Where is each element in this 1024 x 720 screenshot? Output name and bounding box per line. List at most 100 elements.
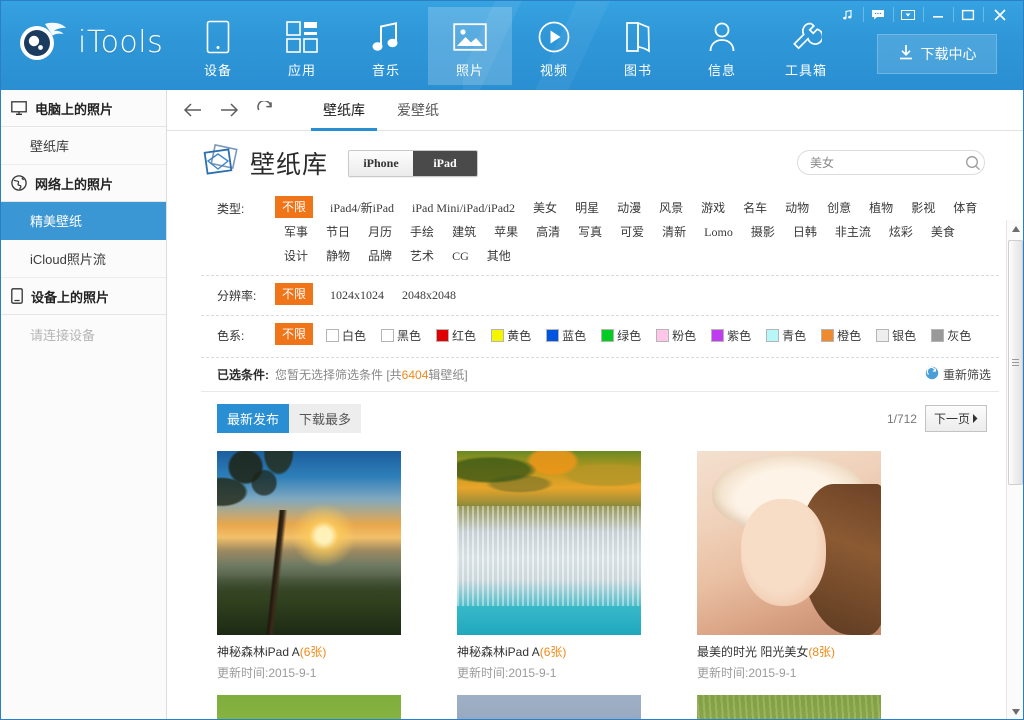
filter-option[interactable]: CG [443, 244, 478, 268]
nav-item-device[interactable]: 设备 [176, 7, 260, 85]
wallpaper-card[interactable] [697, 695, 881, 720]
nav-item-apps[interactable]: 应用 [260, 7, 344, 85]
color-option[interactable]: 黑色 [376, 323, 431, 348]
wallpaper-thumbnail[interactable] [697, 695, 881, 720]
filter-option[interactable]: 月历 [359, 220, 401, 244]
filter-option[interactable]: 1024x1024 [321, 283, 393, 307]
filter-option[interactable]: 美女 [524, 196, 566, 220]
color-option[interactable]: 粉色 [651, 323, 706, 348]
filter-option[interactable]: 设计 [275, 244, 317, 268]
search-box[interactable] [797, 150, 985, 175]
filter-option[interactable]: 创意 [818, 196, 860, 220]
color-option[interactable]: 青色 [761, 323, 816, 348]
filter-option[interactable]: 植物 [860, 196, 902, 220]
filter-option[interactable]: 高清 [527, 220, 569, 244]
filter-option[interactable]: 摄影 [742, 220, 784, 244]
download-center-button[interactable]: 下载中心 [877, 34, 997, 74]
color-option[interactable]: 橙色 [816, 323, 871, 348]
filter-option-any[interactable]: 不限 [275, 323, 313, 345]
wallpaper-card[interactable]: 神秘森林iPad A(6张) 更新时间:2015-9-1 [217, 451, 401, 681]
forward-button[interactable] [211, 90, 247, 130]
filter-option[interactable]: 动物 [776, 196, 818, 220]
tab-wallpaper-lib[interactable]: 壁纸库 [307, 90, 381, 131]
nav-item-music[interactable]: 音乐 [344, 7, 428, 85]
sort-newest-button[interactable]: 最新发布 [217, 404, 289, 433]
nav-item-books[interactable]: 图书 [596, 7, 680, 85]
wallpaper-card[interactable] [457, 695, 641, 720]
back-button[interactable] [175, 90, 211, 130]
color-option[interactable]: 银色 [871, 323, 926, 348]
filter-option[interactable]: 其他 [478, 244, 520, 268]
filter-option[interactable]: 苹果 [485, 220, 527, 244]
minimize-icon[interactable] [923, 1, 953, 28]
color-option[interactable]: 红色 [431, 323, 486, 348]
scroll-up-arrow[interactable] [1007, 220, 1024, 237]
filter-option-any[interactable]: 不限 [275, 196, 313, 218]
filter-option[interactable]: 日韩 [784, 220, 826, 244]
color-option[interactable]: 灰色 [926, 323, 981, 348]
color-option[interactable]: 紫色 [706, 323, 761, 348]
sidebar-item-featured-wallpapers[interactable]: 精美壁纸 [1, 202, 166, 240]
filter-option[interactable]: 品牌 [359, 244, 401, 268]
wallpaper-thumbnail[interactable] [457, 451, 641, 635]
filter-option[interactable]: 美食 [922, 220, 964, 244]
filter-option[interactable]: 静物 [317, 244, 359, 268]
filter-option[interactable]: 影视 [902, 196, 944, 220]
filter-option[interactable]: 炫彩 [880, 220, 922, 244]
segment-iphone[interactable]: iPhone [349, 151, 413, 176]
filter-option[interactable]: iPad4/新iPad [321, 196, 403, 220]
nav-item-photos[interactable]: 照片 [428, 7, 512, 85]
minimize-to-tray-icon[interactable] [893, 1, 923, 28]
search-input[interactable] [810, 156, 965, 170]
filter-option[interactable]: 清新 [653, 220, 695, 244]
filter-option[interactable]: 写真 [569, 220, 611, 244]
wallpaper-thumbnail[interactable] [217, 451, 401, 635]
wallpaper-count: (6张) [300, 645, 327, 659]
wallpaper-thumbnail[interactable] [217, 695, 401, 720]
tab-love-wallpaper[interactable]: 爱壁纸 [381, 90, 455, 131]
vertical-scrollbar[interactable] [1006, 220, 1023, 720]
filter-option[interactable]: 军事 [275, 220, 317, 244]
color-option[interactable]: 黄色 [486, 323, 541, 348]
search-icon[interactable] [965, 155, 985, 171]
message-icon[interactable] [863, 1, 893, 28]
color-option[interactable]: 蓝色 [541, 323, 596, 348]
segment-ipad[interactable]: iPad [413, 151, 477, 176]
wallpaper-card[interactable]: 神秘森林iPad A(6张) 更新时间:2015-9-1 [457, 451, 641, 681]
refresh-button[interactable] [247, 90, 283, 130]
filter-option[interactable]: 体育 [944, 196, 986, 220]
filter-option[interactable]: 节日 [317, 220, 359, 244]
filter-option[interactable]: 名车 [734, 196, 776, 220]
scroll-down-arrow[interactable] [1007, 703, 1024, 720]
filter-option[interactable]: 可爱 [611, 220, 653, 244]
filter-option[interactable]: 2048x2048 [393, 283, 465, 307]
close-icon[interactable] [983, 1, 1017, 28]
refilter-button[interactable]: 重新筛选 [925, 366, 999, 383]
filter-option[interactable]: 游戏 [692, 196, 734, 220]
sidebar-item-icloud-photostream[interactable]: iCloud照片流 [1, 240, 166, 278]
next-page-button[interactable]: 下一页 [925, 405, 987, 432]
wallpaper-thumbnail[interactable] [457, 695, 641, 720]
filter-option[interactable]: 风景 [650, 196, 692, 220]
wallpaper-card[interactable]: 最美的时光 阳光美女(8张) 更新时间:2015-9-1 [697, 451, 881, 681]
filter-option[interactable]: iPad Mini/iPad/iPad2 [403, 196, 524, 220]
filter-option[interactable]: 艺术 [401, 244, 443, 268]
filter-option[interactable]: 明星 [566, 196, 608, 220]
nav-item-info[interactable]: 信息 [680, 7, 764, 85]
scrollbar-thumb[interactable] [1008, 240, 1023, 485]
music-note-icon[interactable] [833, 1, 863, 28]
filter-option[interactable]: 动漫 [608, 196, 650, 220]
color-option[interactable]: 白色 [321, 323, 376, 348]
filter-option[interactable]: 建筑 [443, 220, 485, 244]
filter-option[interactable]: Lomo [695, 220, 742, 244]
maximize-icon[interactable] [953, 1, 983, 28]
filter-option[interactable]: 手绘 [401, 220, 443, 244]
nav-item-video[interactable]: 视频 [512, 7, 596, 85]
color-option[interactable]: 绿色 [596, 323, 651, 348]
filter-option-any[interactable]: 不限 [275, 283, 313, 305]
sidebar-item-wallpaper-lib[interactable]: 壁纸库 [1, 127, 166, 165]
sort-most-downloaded-button[interactable]: 下载最多 [289, 404, 361, 433]
wallpaper-card[interactable] [217, 695, 401, 720]
wallpaper-thumbnail[interactable] [697, 451, 881, 635]
filter-option[interactable]: 非主流 [826, 220, 880, 244]
